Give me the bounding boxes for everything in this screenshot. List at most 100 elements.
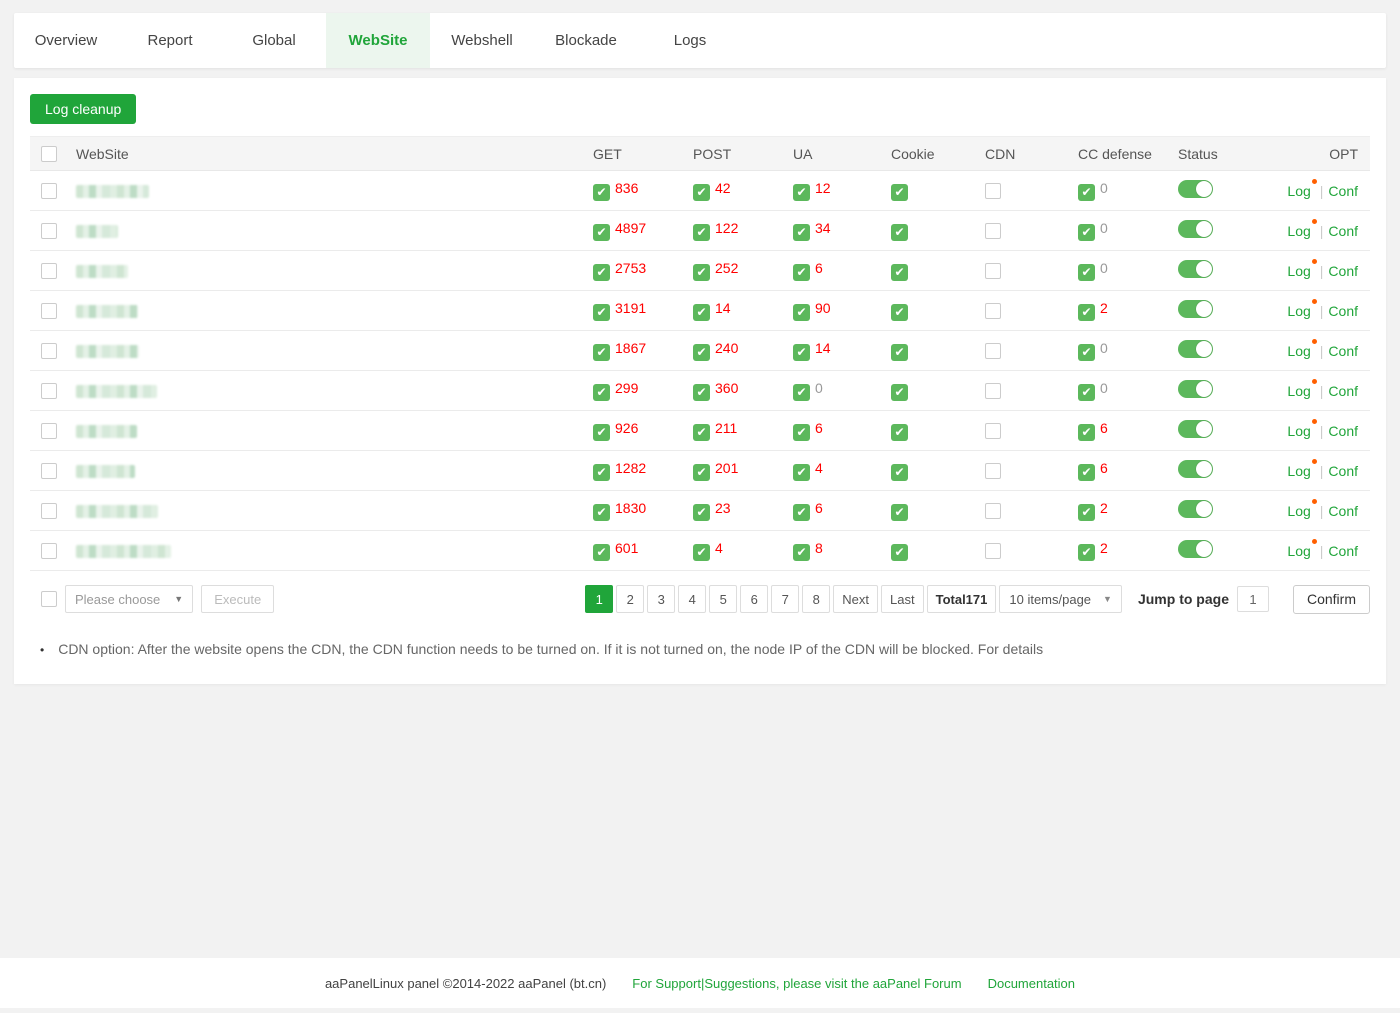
log-link[interactable]: Log bbox=[1287, 343, 1310, 359]
tab-overview[interactable]: Overview bbox=[14, 13, 118, 68]
page-button-1[interactable]: 1 bbox=[585, 585, 613, 613]
check-icon: ✔ bbox=[1078, 264, 1095, 281]
conf-link[interactable]: Conf bbox=[1328, 263, 1358, 279]
check-icon: ✔ bbox=[793, 304, 810, 321]
status-toggle[interactable] bbox=[1178, 300, 1213, 318]
post-count: 211 bbox=[715, 420, 737, 436]
documentation-link[interactable]: Documentation bbox=[988, 976, 1075, 991]
conf-link[interactable]: Conf bbox=[1328, 543, 1358, 559]
bullet-icon: • bbox=[40, 641, 44, 660]
tab-blockade[interactable]: Blockade bbox=[534, 13, 638, 68]
cdn-checkbox[interactable] bbox=[985, 543, 1001, 559]
cdn-checkbox[interactable] bbox=[985, 423, 1001, 439]
status-toggle[interactable] bbox=[1178, 340, 1213, 358]
conf-link[interactable]: Conf bbox=[1328, 223, 1358, 239]
get-count: 3191 bbox=[615, 300, 646, 316]
conf-link[interactable]: Conf bbox=[1328, 183, 1358, 199]
log-cleanup-button[interactable]: Log cleanup bbox=[30, 94, 136, 124]
tab-global[interactable]: Global bbox=[222, 13, 326, 68]
cdn-checkbox[interactable] bbox=[985, 303, 1001, 319]
row-checkbox[interactable] bbox=[41, 503, 57, 519]
confirm-button[interactable]: Confirm bbox=[1293, 585, 1370, 614]
items-per-page-select[interactable]: 10 items/page ▼ bbox=[999, 585, 1122, 613]
cdn-checkbox[interactable] bbox=[985, 343, 1001, 359]
bulk-select-checkbox[interactable] bbox=[41, 591, 57, 607]
row-checkbox[interactable] bbox=[41, 223, 57, 239]
col-get: GET bbox=[593, 146, 693, 162]
page-button-2[interactable]: 2 bbox=[616, 585, 644, 613]
check-icon: ✔ bbox=[891, 424, 908, 441]
log-badge-dot bbox=[1312, 379, 1317, 384]
check-icon: ✔ bbox=[1078, 184, 1095, 201]
row-checkbox[interactable] bbox=[41, 303, 57, 319]
cdn-checkbox[interactable] bbox=[985, 223, 1001, 239]
conf-link[interactable]: Conf bbox=[1328, 423, 1358, 439]
col-cc-defense: CC defense bbox=[1078, 146, 1178, 162]
tab-logs[interactable]: Logs bbox=[638, 13, 742, 68]
conf-link[interactable]: Conf bbox=[1328, 343, 1358, 359]
jump-to-page-input[interactable] bbox=[1237, 586, 1269, 612]
status-toggle[interactable] bbox=[1178, 500, 1213, 518]
row-checkbox[interactable] bbox=[41, 183, 57, 199]
status-toggle[interactable] bbox=[1178, 420, 1213, 438]
page-button-8[interactable]: 8 bbox=[802, 585, 830, 613]
post-count: 42 bbox=[715, 180, 731, 196]
check-icon: ✔ bbox=[793, 384, 810, 401]
table-row: ✔1830 ✔23 ✔6 ✔ ✔2 Log|Conf bbox=[30, 491, 1370, 531]
log-link[interactable]: Log bbox=[1287, 303, 1310, 319]
conf-link[interactable]: Conf bbox=[1328, 383, 1358, 399]
row-checkbox[interactable] bbox=[41, 263, 57, 279]
select-all-checkbox[interactable] bbox=[41, 146, 57, 162]
post-count: 252 bbox=[715, 260, 738, 276]
status-toggle[interactable] bbox=[1178, 540, 1213, 558]
ua-count: 6 bbox=[815, 260, 823, 276]
page-button-3[interactable]: 3 bbox=[647, 585, 675, 613]
row-checkbox[interactable] bbox=[41, 423, 57, 439]
log-link[interactable]: Log bbox=[1287, 223, 1310, 239]
log-link[interactable]: Log bbox=[1287, 423, 1310, 439]
status-toggle[interactable] bbox=[1178, 460, 1213, 478]
tab-website[interactable]: WebSite bbox=[326, 13, 430, 68]
row-checkbox[interactable] bbox=[41, 543, 57, 559]
check-icon: ✔ bbox=[891, 224, 908, 241]
log-link[interactable]: Log bbox=[1287, 543, 1310, 559]
page-button-5[interactable]: 5 bbox=[709, 585, 737, 613]
cdn-checkbox[interactable] bbox=[985, 183, 1001, 199]
execute-button[interactable]: Execute bbox=[201, 585, 274, 613]
conf-link[interactable]: Conf bbox=[1328, 303, 1358, 319]
page-button-6[interactable]: 6 bbox=[740, 585, 768, 613]
get-count: 926 bbox=[615, 420, 638, 436]
next-page-button[interactable]: Next bbox=[833, 585, 878, 613]
conf-link[interactable]: Conf bbox=[1328, 503, 1358, 519]
log-link[interactable]: Log bbox=[1287, 383, 1310, 399]
status-toggle[interactable] bbox=[1178, 220, 1213, 238]
row-checkbox[interactable] bbox=[41, 463, 57, 479]
cdn-checkbox[interactable] bbox=[985, 383, 1001, 399]
log-link[interactable]: Log bbox=[1287, 503, 1310, 519]
support-link[interactable]: For Support|Suggestions, please visit th… bbox=[632, 976, 961, 991]
tab-webshell[interactable]: Webshell bbox=[430, 13, 534, 68]
log-link[interactable]: Log bbox=[1287, 263, 1310, 279]
log-link[interactable]: Log bbox=[1287, 463, 1310, 479]
col-post: POST bbox=[693, 146, 793, 162]
conf-link[interactable]: Conf bbox=[1328, 463, 1358, 479]
log-link[interactable]: Log bbox=[1287, 183, 1310, 199]
table-row: ✔601 ✔4 ✔8 ✔ ✔2 Log|Conf bbox=[30, 531, 1370, 571]
cdn-checkbox[interactable] bbox=[985, 463, 1001, 479]
row-checkbox[interactable] bbox=[41, 343, 57, 359]
bulk-action-select-value: Please choose bbox=[75, 592, 160, 607]
toggle-knob bbox=[1196, 501, 1212, 517]
cdn-checkbox[interactable] bbox=[985, 263, 1001, 279]
get-count: 601 bbox=[615, 540, 638, 556]
last-page-button[interactable]: Last bbox=[881, 585, 924, 613]
page-button-4[interactable]: 4 bbox=[678, 585, 706, 613]
status-toggle[interactable] bbox=[1178, 380, 1213, 398]
status-toggle[interactable] bbox=[1178, 260, 1213, 278]
cdn-checkbox[interactable] bbox=[985, 503, 1001, 519]
check-icon: ✔ bbox=[693, 304, 710, 321]
page-button-7[interactable]: 7 bbox=[771, 585, 799, 613]
row-checkbox[interactable] bbox=[41, 383, 57, 399]
status-toggle[interactable] bbox=[1178, 180, 1213, 198]
tab-report[interactable]: Report bbox=[118, 13, 222, 68]
bulk-action-select[interactable]: Please choose ▼ bbox=[65, 585, 193, 613]
